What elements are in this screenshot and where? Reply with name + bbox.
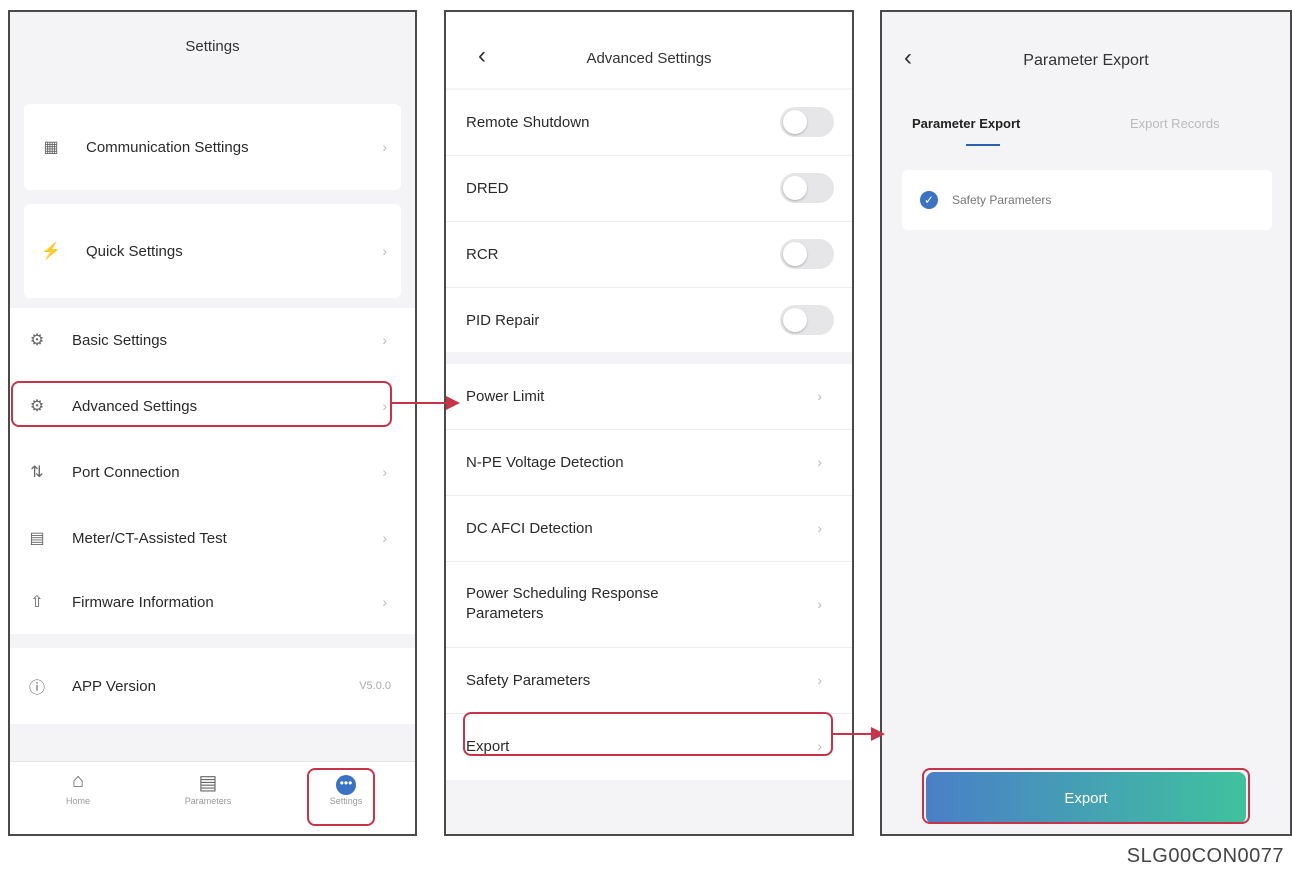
option-safety-parameters[interactable]: ✓ Safety Parameters	[902, 170, 1272, 230]
communication-card: ▦ Communication Settings ›	[24, 104, 401, 190]
chevron-right-icon: ›	[817, 520, 822, 536]
gear-icon: ⚙	[29, 332, 45, 349]
settings-item-meter[interactable]: ▤ Meter/CT-Assisted Test ›	[10, 506, 415, 570]
toggle-row-pid-repair: PID Repair	[446, 288, 852, 352]
chevron-right-icon: ›	[382, 464, 387, 480]
chevron-right-icon: ›	[382, 594, 387, 610]
rcr-toggle[interactable]	[780, 239, 834, 269]
chevron-right-icon: ›	[817, 596, 822, 612]
chevron-right-icon: ›	[817, 454, 822, 470]
item-label: Port Connection	[72, 463, 180, 481]
item-label: Communication Settings	[86, 138, 249, 156]
tab-label: Home	[65, 796, 90, 806]
page-title: Parameter Export	[1023, 52, 1149, 69]
tab-parameter-export[interactable]: Parameter Export	[912, 116, 1020, 131]
remote-shutdown-toggle[interactable]	[780, 107, 834, 137]
header: ‹ Advanced Settings	[446, 12, 852, 88]
app-version-card: ⓘ APP Version V5.0.0	[10, 648, 415, 724]
arrow-right-icon	[446, 396, 460, 410]
chevron-right-icon: ›	[817, 388, 822, 404]
settings-item-quick[interactable]: ⚡ Quick Settings ›	[24, 204, 401, 298]
settings-list-card: ⚙ Basic Settings › ⚙ Advanced Settings ›…	[10, 308, 415, 634]
tab-label: Parameters	[184, 796, 232, 806]
advanced-item-npe-voltage[interactable]: N-PE Voltage Detection ›	[446, 430, 852, 494]
chevron-right-icon: ›	[382, 139, 387, 155]
active-tab-underline	[966, 144, 1000, 146]
item-label: Firmware Information	[72, 593, 214, 611]
toggle-list: Remote Shutdown DRED RCR PID Repair	[446, 90, 852, 352]
parameter-export-screen: ‹ Parameter Export Parameter Export Expo…	[880, 10, 1292, 836]
advanced-item-dc-afci[interactable]: DC AFCI Detection ›	[446, 496, 852, 560]
firmware-icon: ⇧	[30, 594, 44, 611]
item-label: Power Scheduling Response Parameters	[466, 585, 659, 622]
checkmark-icon[interactable]: ✓	[920, 191, 938, 209]
page-title: Settings	[185, 38, 240, 55]
quick-card: ⚡ Quick Settings ›	[24, 204, 401, 298]
figure-caption: SLG00CON0077	[1126, 845, 1284, 867]
settings-item-basic[interactable]: ⚙ Basic Settings ›	[10, 308, 415, 372]
info-icon: ⓘ	[28, 680, 45, 697]
item-label: N-PE Voltage Detection	[466, 453, 624, 471]
option-label: Safety Parameters	[952, 193, 1052, 207]
advanced-item-safety-parameters[interactable]: Safety Parameters ›	[446, 648, 852, 712]
port-icon: ⇅	[30, 464, 44, 481]
highlight-settings-tab	[307, 768, 375, 826]
option-card: ✓ Safety Parameters	[902, 170, 1272, 230]
network-icon: ▦	[43, 139, 59, 156]
pid-repair-toggle[interactable]	[780, 305, 834, 335]
tab-export-records[interactable]: Export Records	[1130, 116, 1220, 131]
item-label: Power Limit	[466, 387, 545, 405]
settings-item-app-version: ⓘ APP Version V5.0.0	[10, 648, 415, 724]
highlight-export-button	[922, 768, 1250, 824]
toggle-label: RCR	[466, 245, 499, 263]
item-label: DC AFCI Detection	[466, 519, 593, 537]
toggle-label: PID Repair	[466, 311, 540, 329]
toggle-row-remote-shutdown: Remote Shutdown	[446, 90, 852, 154]
lightning-icon: ⚡	[41, 243, 61, 260]
toggle-row-dred: DRED	[446, 156, 852, 220]
chevron-right-icon: ›	[382, 332, 387, 348]
app-version-value: V5.0.0	[359, 680, 391, 692]
item-label: Basic Settings	[72, 331, 168, 349]
item-label: Safety Parameters	[466, 671, 591, 689]
home-icon: ⌂	[71, 770, 85, 792]
toggle-label: DRED	[466, 179, 509, 197]
settings-item-port[interactable]: ⇅ Port Connection ›	[10, 440, 415, 504]
highlight-export-item	[463, 712, 833, 756]
dred-toggle[interactable]	[780, 173, 834, 203]
chevron-right-icon: ›	[817, 672, 822, 688]
meter-icon: ▤	[29, 530, 45, 547]
arrow-right-icon	[871, 727, 885, 741]
tab-home[interactable]: ⌂ Home	[38, 770, 118, 806]
arrow-line	[392, 402, 446, 404]
toggle-row-rcr: RCR	[446, 222, 852, 286]
settings-item-communication[interactable]: ▦ Communication Settings ›	[24, 104, 401, 190]
advanced-item-power-scheduling[interactable]: Power Scheduling Response Parameters ›	[446, 562, 852, 646]
arrow-line	[833, 733, 871, 735]
item-label: Quick Settings	[86, 242, 183, 260]
chevron-right-icon: ›	[382, 243, 387, 259]
item-label: APP Version	[72, 677, 156, 695]
chevron-right-icon: ›	[382, 530, 387, 546]
advanced-item-power-limit[interactable]: Power Limit ›	[446, 364, 852, 428]
settings-item-firmware[interactable]: ⇧ Firmware Information ›	[10, 570, 415, 634]
item-label: Meter/CT-Assisted Test	[72, 529, 227, 547]
document-icon: ▤	[198, 772, 218, 794]
page-title: Advanced Settings	[586, 50, 712, 67]
toggle-label: Remote Shutdown	[466, 113, 590, 131]
tab-parameters[interactable]: ▤ Parameters	[168, 770, 248, 806]
highlight-advanced-settings	[11, 381, 392, 427]
